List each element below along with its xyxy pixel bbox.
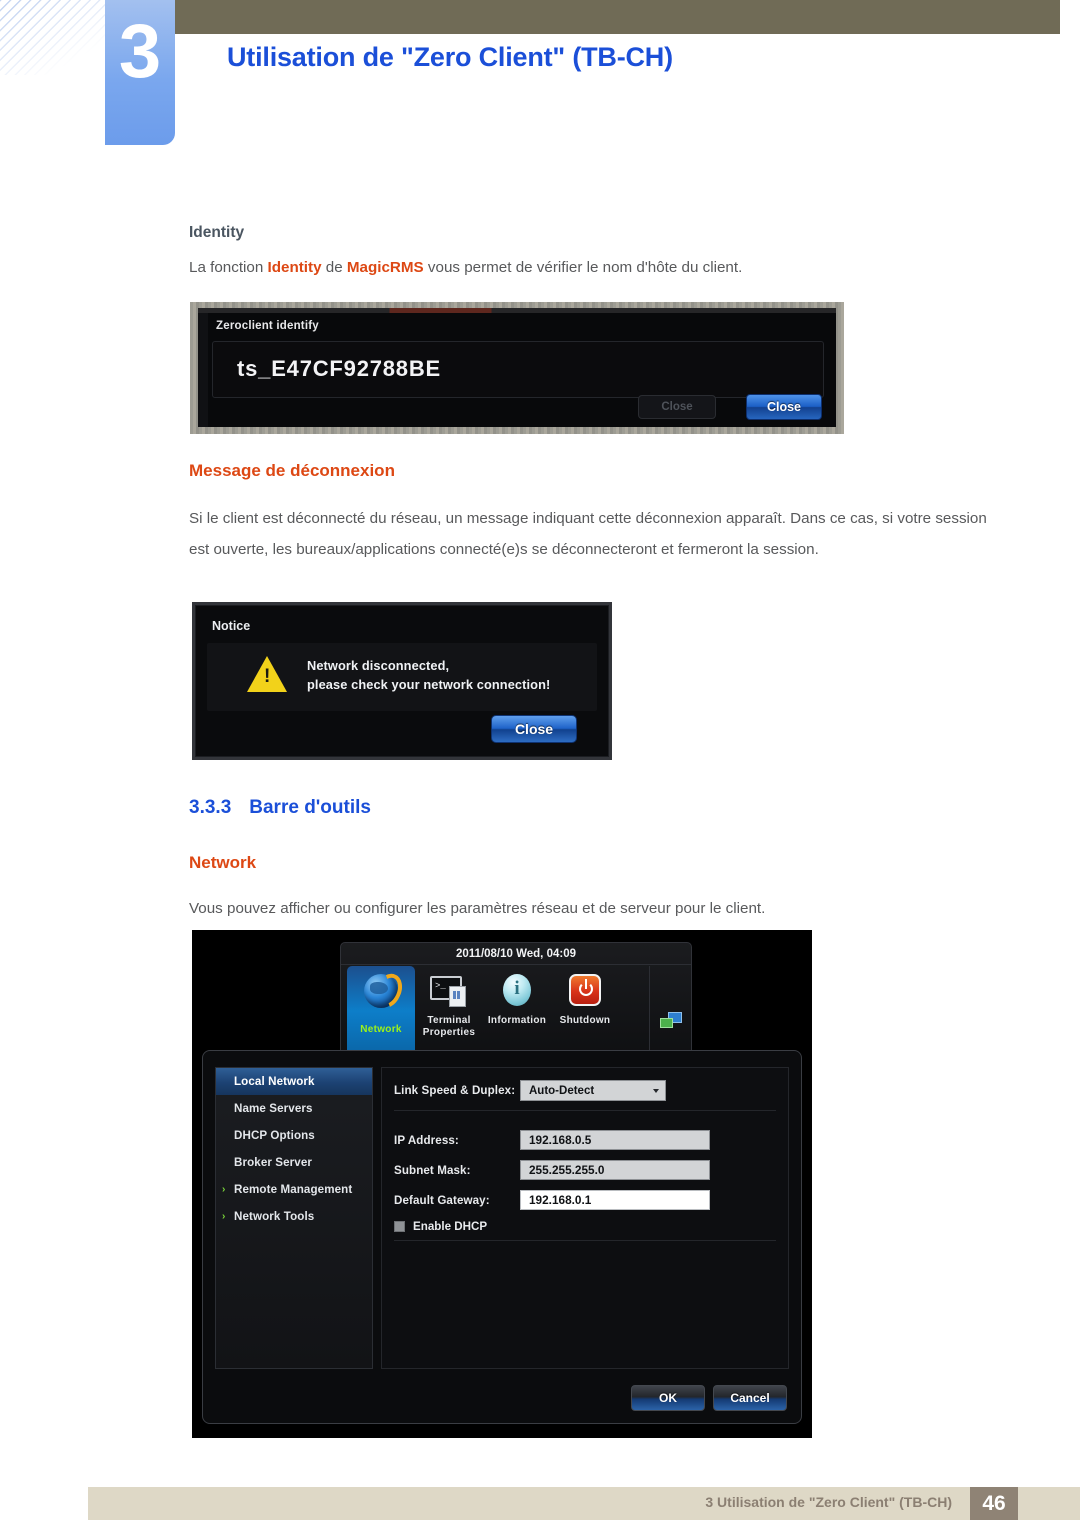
- chevron-down-icon: [653, 1088, 659, 1093]
- power-icon: [565, 972, 605, 1012]
- sidebar-item-name-servers[interactable]: Name Servers: [216, 1095, 372, 1122]
- identify-top-strip: [198, 308, 836, 313]
- sidebar-item-broker-server-label: Broker Server: [234, 1156, 312, 1169]
- windows-icon: [659, 1011, 682, 1028]
- terminal-icon: [429, 972, 469, 1012]
- identify-dialog: Zeroclient identify ts_E47CF92788BE Clos…: [198, 308, 836, 427]
- document-page: 3 Utilisation de "Zero Client" (TB-CH) I…: [0, 0, 1080, 1527]
- toolbar-datetime: 2011/08/10 Wed, 04:09: [341, 943, 691, 965]
- identify-hostname-value: ts_E47CF92788BE: [237, 356, 442, 381]
- enable-dhcp-row[interactable]: Enable DHCP: [394, 1220, 487, 1233]
- section-title: Barre d'outils: [249, 797, 371, 818]
- toolbar-item-network-label: Network: [360, 1024, 402, 1035]
- notice-message-line1: Network disconnected,: [307, 658, 450, 673]
- warning-exclamation: !: [264, 666, 271, 687]
- disconnect-heading: Message de déconnexion: [189, 461, 395, 480]
- identify-hostname-box: ts_E47CF92788BE: [212, 341, 824, 398]
- identity-paragraph: La fonction Identity de MagicRMS vous pe…: [189, 252, 1001, 283]
- link-speed-label: Link Speed & Duplex:: [394, 1084, 516, 1097]
- identity-para-part3: vous permet de vérifier le nom d'hôte du…: [423, 259, 743, 276]
- zeroclient-identify-screenshot: Zeroclient identify ts_E47CF92788BE Clos…: [190, 302, 844, 434]
- subnet-mask-input[interactable]: 255.255.255.0: [520, 1160, 710, 1180]
- sidebar-item-broker-server[interactable]: Broker Server: [216, 1149, 372, 1176]
- network-form-panel: Link Speed & Duplex: Auto-Detect IP Addr…: [381, 1067, 789, 1369]
- chapter-title: Utilisation de "Zero Client" (TB-CH): [227, 42, 673, 72]
- terminal-label-line2: Properties: [422, 1027, 476, 1038]
- toolbar-item-information[interactable]: Information: [483, 966, 551, 1027]
- subnet-mask-label: Subnet Mask:: [394, 1163, 471, 1177]
- toolbar-item-shutdown[interactable]: Shutdown: [551, 966, 619, 1027]
- ip-address-input[interactable]: 192.168.0.5: [520, 1130, 710, 1150]
- info-icon: [497, 972, 537, 1012]
- enable-dhcp-label: Enable DHCP: [413, 1220, 488, 1233]
- notice-message-box: ! Network disconnected, please check you…: [207, 643, 597, 711]
- network-paragraph: Vous pouvez afficher ou configurer les p…: [189, 900, 766, 917]
- toolbar-item-information-label: Information: [487, 1015, 547, 1026]
- network-sidebar: Local Network Name Servers DHCP Options …: [215, 1067, 373, 1369]
- sidebar-item-local-network[interactable]: Local Network: [216, 1068, 372, 1095]
- sidebar-item-remote-management[interactable]: › Remote Management: [216, 1176, 372, 1203]
- identity-heading: Identity: [189, 224, 245, 241]
- default-gateway-input[interactable]: 192.168.0.1: [520, 1190, 710, 1210]
- ok-button[interactable]: OK: [631, 1385, 705, 1411]
- subnet-mask-row: Subnet Mask: 255.255.255.0: [394, 1160, 710, 1180]
- identify-left-column: [198, 313, 208, 427]
- identity-highlight-identity: Identity: [267, 259, 322, 276]
- chapter-tab: 3: [105, 0, 175, 145]
- sidebar-item-remote-management-label: Remote Management: [234, 1183, 353, 1196]
- globe-icon: [361, 969, 408, 1013]
- notice-message-line2: please check your network connection!: [307, 676, 551, 692]
- identify-close-button[interactable]: Close: [746, 394, 822, 420]
- disconnect-paragraph: Si le client est déconnecté du réseau, u…: [189, 510, 987, 558]
- identify-dialog-title: Zeroclient identify: [216, 320, 319, 332]
- enable-dhcp-checkbox[interactable]: [394, 1221, 405, 1232]
- default-gateway-row: Default Gateway: 192.168.0.1: [394, 1190, 710, 1210]
- network-heading: Network: [189, 853, 257, 872]
- hatch-decoration: [0, 0, 120, 75]
- link-speed-select[interactable]: Auto-Detect: [520, 1080, 666, 1101]
- section-number-heading: 3.3.3 Barre d'outils: [189, 797, 371, 819]
- identity-para-part1: La fonction: [189, 259, 268, 276]
- form-divider-top: [394, 1110, 776, 1111]
- network-settings-screenshot: 2011/08/10 Wed, 04:09 Network Terminal P…: [192, 930, 812, 1438]
- network-settings-window: Local Network Name Servers DHCP Options …: [202, 1050, 802, 1424]
- identity-highlight-magicrms: MagicRMS: [346, 259, 424, 276]
- identity-para-part2: de: [321, 259, 347, 276]
- footer-text: 3 Utilisation de "Zero Client" (TB-CH): [705, 1494, 952, 1510]
- toolbar-item-terminal-label: Terminal Properties: [423, 1015, 475, 1039]
- form-divider-bottom: [394, 1240, 776, 1241]
- toolbar-item-terminal-properties[interactable]: Terminal Properties: [415, 966, 483, 1039]
- cancel-button[interactable]: Cancel: [713, 1385, 787, 1411]
- sidebar-item-dhcp-options-label: DHCP Options: [234, 1129, 315, 1142]
- sidebar-item-network-tools-label: Network Tools: [234, 1210, 315, 1223]
- sidebar-item-network-tools[interactable]: › Network Tools: [216, 1203, 372, 1230]
- notice-dialog-screenshot: Notice ! Network disconnected, please ch…: [192, 602, 612, 760]
- dialog-button-bar: OK Cancel: [631, 1385, 787, 1411]
- ip-address-label: IP Address:: [394, 1133, 459, 1147]
- ip-address-row: IP Address: 192.168.0.5: [394, 1130, 710, 1150]
- sidebar-arrow-5: ›: [222, 1211, 226, 1222]
- notice-message-text: Network disconnected, please check your …: [307, 657, 550, 694]
- chapter-number: 3: [118, 9, 162, 94]
- header-olive-bar: [166, 0, 1060, 34]
- notice-dialog-title: Notice: [212, 619, 251, 633]
- terminal-label-line1: Terminal: [427, 1015, 471, 1026]
- identify-close-dim-button[interactable]: Close: [638, 395, 716, 419]
- default-gateway-label: Default Gateway:: [394, 1193, 490, 1207]
- link-speed-row: Link Speed & Duplex: Auto-Detect: [394, 1080, 666, 1101]
- section-number: 3.3.3: [189, 797, 232, 818]
- sidebar-arrow-4: ›: [222, 1184, 226, 1195]
- footer-page-number: 46: [970, 1487, 1018, 1520]
- link-speed-value: Auto-Detect: [529, 1084, 595, 1097]
- sidebar-item-local-network-label: Local Network: [234, 1075, 315, 1088]
- toolbar-item-shutdown-label: Shutdown: [559, 1015, 611, 1026]
- sidebar-item-name-servers-label: Name Servers: [234, 1102, 313, 1115]
- notice-close-button[interactable]: Close: [491, 715, 577, 743]
- sidebar-item-dhcp-options[interactable]: DHCP Options: [216, 1122, 372, 1149]
